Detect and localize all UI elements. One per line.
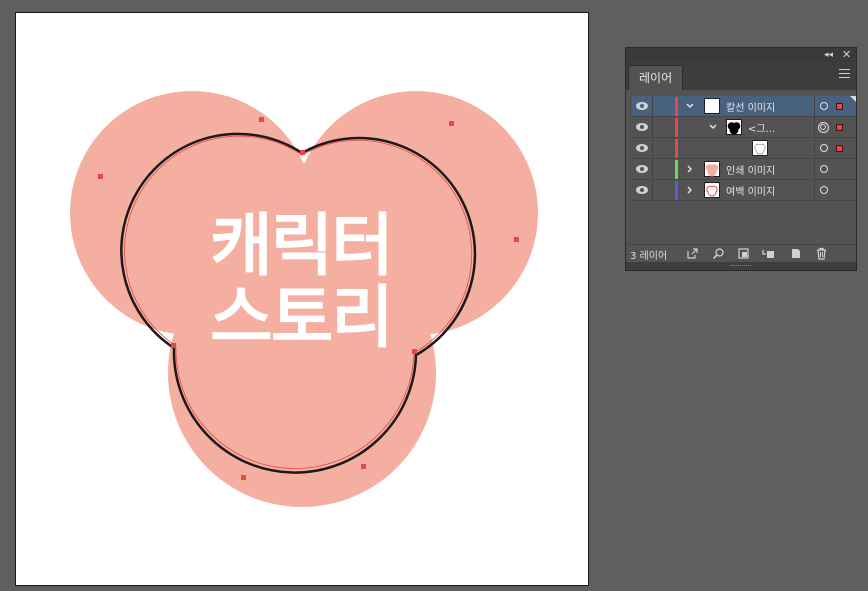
- corner-indicator: [850, 96, 856, 102]
- panel-tab-bar: 레이어: [626, 62, 856, 90]
- layer-row-path[interactable]: [632, 138, 856, 159]
- layer-row-print-image[interactable]: 인쇄 이미지: [632, 159, 856, 180]
- target-circle-icon[interactable]: [820, 144, 828, 152]
- selection-square-icon[interactable]: [836, 145, 843, 152]
- column-divider: [814, 180, 815, 201]
- artboard[interactable]: 캐릭터 스토리: [15, 12, 589, 586]
- panel-resize-grip[interactable]: [626, 262, 856, 270]
- chevron-right-icon[interactable]: [685, 163, 695, 175]
- chevron-down-icon[interactable]: [685, 100, 695, 112]
- eye-icon[interactable]: [635, 185, 649, 195]
- eye-icon[interactable]: [635, 122, 649, 132]
- eye-icon[interactable]: [635, 101, 649, 111]
- layer-color-bar: [675, 139, 678, 158]
- art-title-line2: 스토리: [210, 279, 394, 358]
- chevron-right-icon[interactable]: [685, 184, 695, 196]
- layer-row-cut-image[interactable]: 칼선 이미지: [632, 96, 856, 117]
- layer-name[interactable]: 여백 이미지: [726, 183, 775, 198]
- selection-square-icon[interactable]: [836, 103, 843, 110]
- layer-row-group[interactable]: <그...: [632, 117, 856, 138]
- layers-list: 칼선 이미지 <그... 인쇄 이미지 여백 이미지: [632, 96, 856, 244]
- new-layer-icon[interactable]: [789, 247, 802, 260]
- layer-color-bar: [675, 118, 678, 137]
- layer-name[interactable]: <그...: [748, 120, 775, 135]
- group-thumbnail: [726, 119, 742, 135]
- new-sublayer-icon[interactable]: [762, 247, 775, 260]
- art-title-line1: 캐릭터: [210, 207, 394, 286]
- column-divider: [814, 159, 815, 180]
- layer-thumbnail: [704, 161, 720, 177]
- eye-icon[interactable]: [635, 143, 649, 153]
- double-chevron-left-icon[interactable]: ◂◂: [824, 48, 833, 62]
- chevron-down-icon[interactable]: [708, 121, 718, 133]
- target-circle-icon[interactable]: [820, 165, 828, 173]
- trash-icon[interactable]: [815, 247, 828, 260]
- clipping-mask-icon[interactable]: [737, 247, 750, 260]
- layer-color-bar: [675, 181, 678, 200]
- column-divider: [652, 138, 653, 159]
- layers-panel: ◂◂ ✕ 레이어 칼선 이미지 <그... 인쇄 이미지 여백 이미지 3 레이…: [625, 47, 857, 271]
- path-thumbnail: [752, 140, 768, 156]
- column-divider: [652, 117, 653, 138]
- panel-footer: 3 레이어: [626, 244, 856, 263]
- layer-name[interactable]: 인쇄 이미지: [726, 162, 775, 177]
- column-divider: [814, 117, 815, 138]
- hamburger-menu-icon[interactable]: [839, 69, 850, 81]
- layer-count: 3 레이어: [630, 251, 668, 262]
- layer-row-margin-image[interactable]: 여백 이미지: [632, 180, 856, 201]
- column-divider: [814, 96, 815, 117]
- layer-name[interactable]: 칼선 이미지: [726, 99, 775, 114]
- layer-thumbnail: [704, 98, 720, 114]
- layer-thumbnail: [704, 182, 720, 198]
- target-circle-icon[interactable]: [820, 102, 828, 110]
- search-icon[interactable]: [712, 247, 725, 260]
- column-divider: [652, 180, 653, 201]
- target-double-circle-icon[interactable]: [818, 122, 829, 133]
- selection-square-icon[interactable]: [836, 124, 843, 131]
- column-divider: [652, 96, 653, 117]
- export-icon[interactable]: [686, 247, 699, 260]
- panel-title-bar[interactable]: ◂◂ ✕: [626, 48, 856, 62]
- target-circle-icon[interactable]: [820, 186, 828, 194]
- column-divider: [814, 138, 815, 159]
- close-icon[interactable]: ✕: [842, 48, 851, 62]
- column-divider: [652, 159, 653, 180]
- layer-color-bar: [675, 97, 678, 116]
- tab-layers[interactable]: 레이어: [628, 65, 684, 90]
- layer-color-bar: [675, 160, 678, 179]
- eye-icon[interactable]: [635, 164, 649, 174]
